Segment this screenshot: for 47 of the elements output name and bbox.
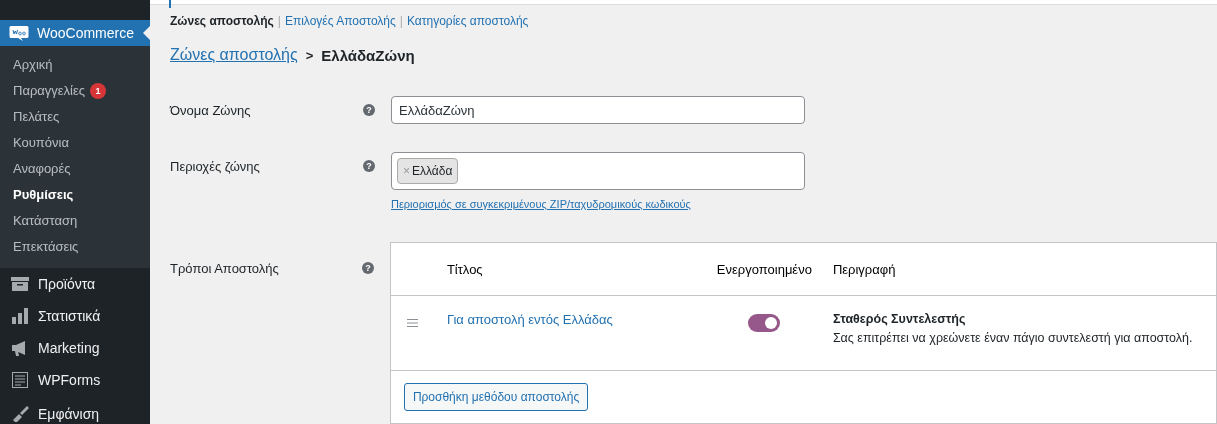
sidebar-submenu-item[interactable]: Κουπόνια [0,130,150,156]
sidebar-submenu-item[interactable]: Αρχική [0,52,150,78]
subnav-link[interactable]: Κατηγορίες αποστολής [406,14,529,28]
help-icon: ? [363,104,375,116]
archive-box-icon [11,276,29,292]
sidebar-menu-item[interactable]: Στατιστικά [0,300,150,332]
field-label: Τρόποι Αποστολής [170,260,280,276]
sidebar-submenu-item[interactable]: Επεκτάσεις [0,234,150,260]
zip-limit-link[interactable]: Περιορισμός σε συγκεκριμένους ZIP/ταχυδρομικούς κωδικούς [391,198,805,210]
add-method-button[interactable]: Προσθήκη μεθόδου αποστολής [403,383,589,411]
sidebar-menu-item[interactable]: Εμφάνιση [0,402,150,424]
method-type: Σταθερός Συντελεστής [832,312,967,326]
paint-brush-icon [11,406,29,422]
drag-handle-icon[interactable] [406,319,418,327]
sidebar-menu-item[interactable]: Προϊόντα [0,268,150,300]
sidebar-submenu-item[interactable]: Αναφορές [0,156,150,182]
help-icon: ? [361,262,374,274]
sidebar-menu-item[interactable]: WPForms [0,364,150,396]
sidebar-submenu-item[interactable]: Παραγγελίες 1 [0,78,150,104]
subnav-separator: | [277,14,281,28]
region-tag[interactable]: × Ελλάδα [397,158,459,184]
breadcrumb-separator: > [305,47,314,63]
subnav-separator: | [399,14,403,28]
help-icon: ? [363,160,375,172]
field-label: Περιοχές ζώνης [170,158,261,174]
page-title: ΕλλάδαΖώνη [321,46,415,64]
sidebar-submenu-item[interactable]: Πελάτες [0,104,150,130]
count-badge: 1 [90,83,107,99]
method-description: Σας επιτρέπει να χρεώνετε έναν πάγιο συντελεστή για αποστολή. [832,331,1194,345]
form-icon [11,372,29,388]
method-title-link[interactable]: Για αποστολή εντός Ελλάδας [446,312,702,327]
sidebar-menu-item[interactable]: Marketing [0,332,150,364]
sidebar-submenu-item[interactable]: Κατάσταση [0,208,150,234]
column-header: Τίτλος [446,261,484,277]
regions-select-field[interactable]: × Ελλάδα [391,152,805,190]
bar-chart-icon [11,308,29,324]
column-header: Περιγραφή [831,261,897,277]
enabled-toggle[interactable] [748,314,781,332]
sidebar-menu-item[interactable]: WooCommerce [0,20,150,46]
subnav-link[interactable]: Ζώνες αποστολής [170,14,274,28]
column-header: Ενεργοποιημένο [715,261,813,277]
field-label: Όνομα Ζώνης [170,102,252,118]
sidebar-submenu-item[interactable]: Ρυθμίσεις [0,182,150,208]
breadcrumb-link[interactable]: Ζώνες αποστολής [170,46,298,64]
zone-name-input[interactable]: ΕλλάδαΖώνη [391,96,805,124]
subnav-link[interactable]: Επιλογές Αποστολής [284,14,396,28]
woo-logo-icon [9,25,29,41]
